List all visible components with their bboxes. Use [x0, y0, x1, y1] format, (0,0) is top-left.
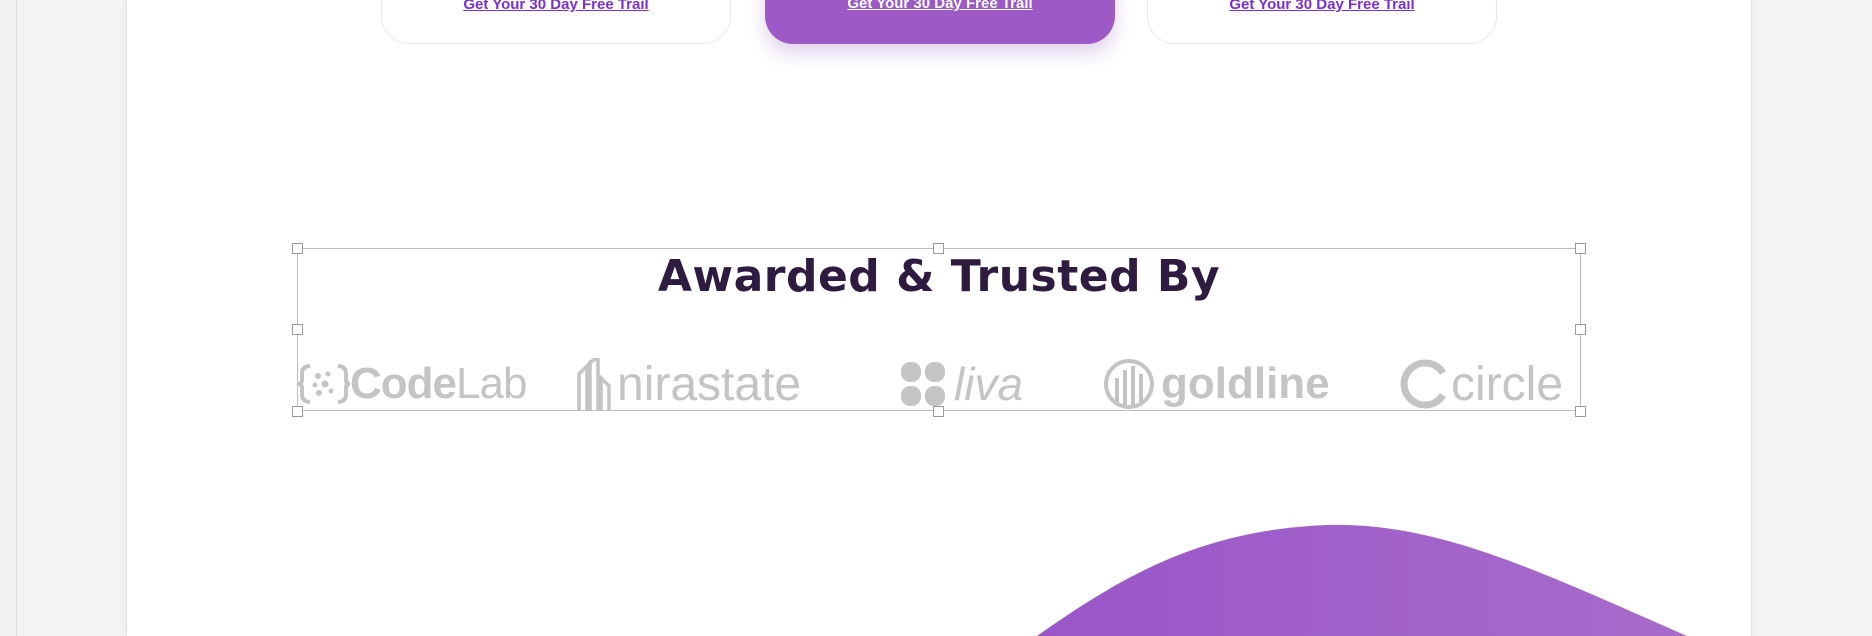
- decorative-purple-wave: [1037, 524, 1687, 636]
- editor-left-rail: [0, 0, 17, 636]
- page-canvas: Get Your 30 Day Free Trail Get Your 30 D…: [126, 0, 1752, 636]
